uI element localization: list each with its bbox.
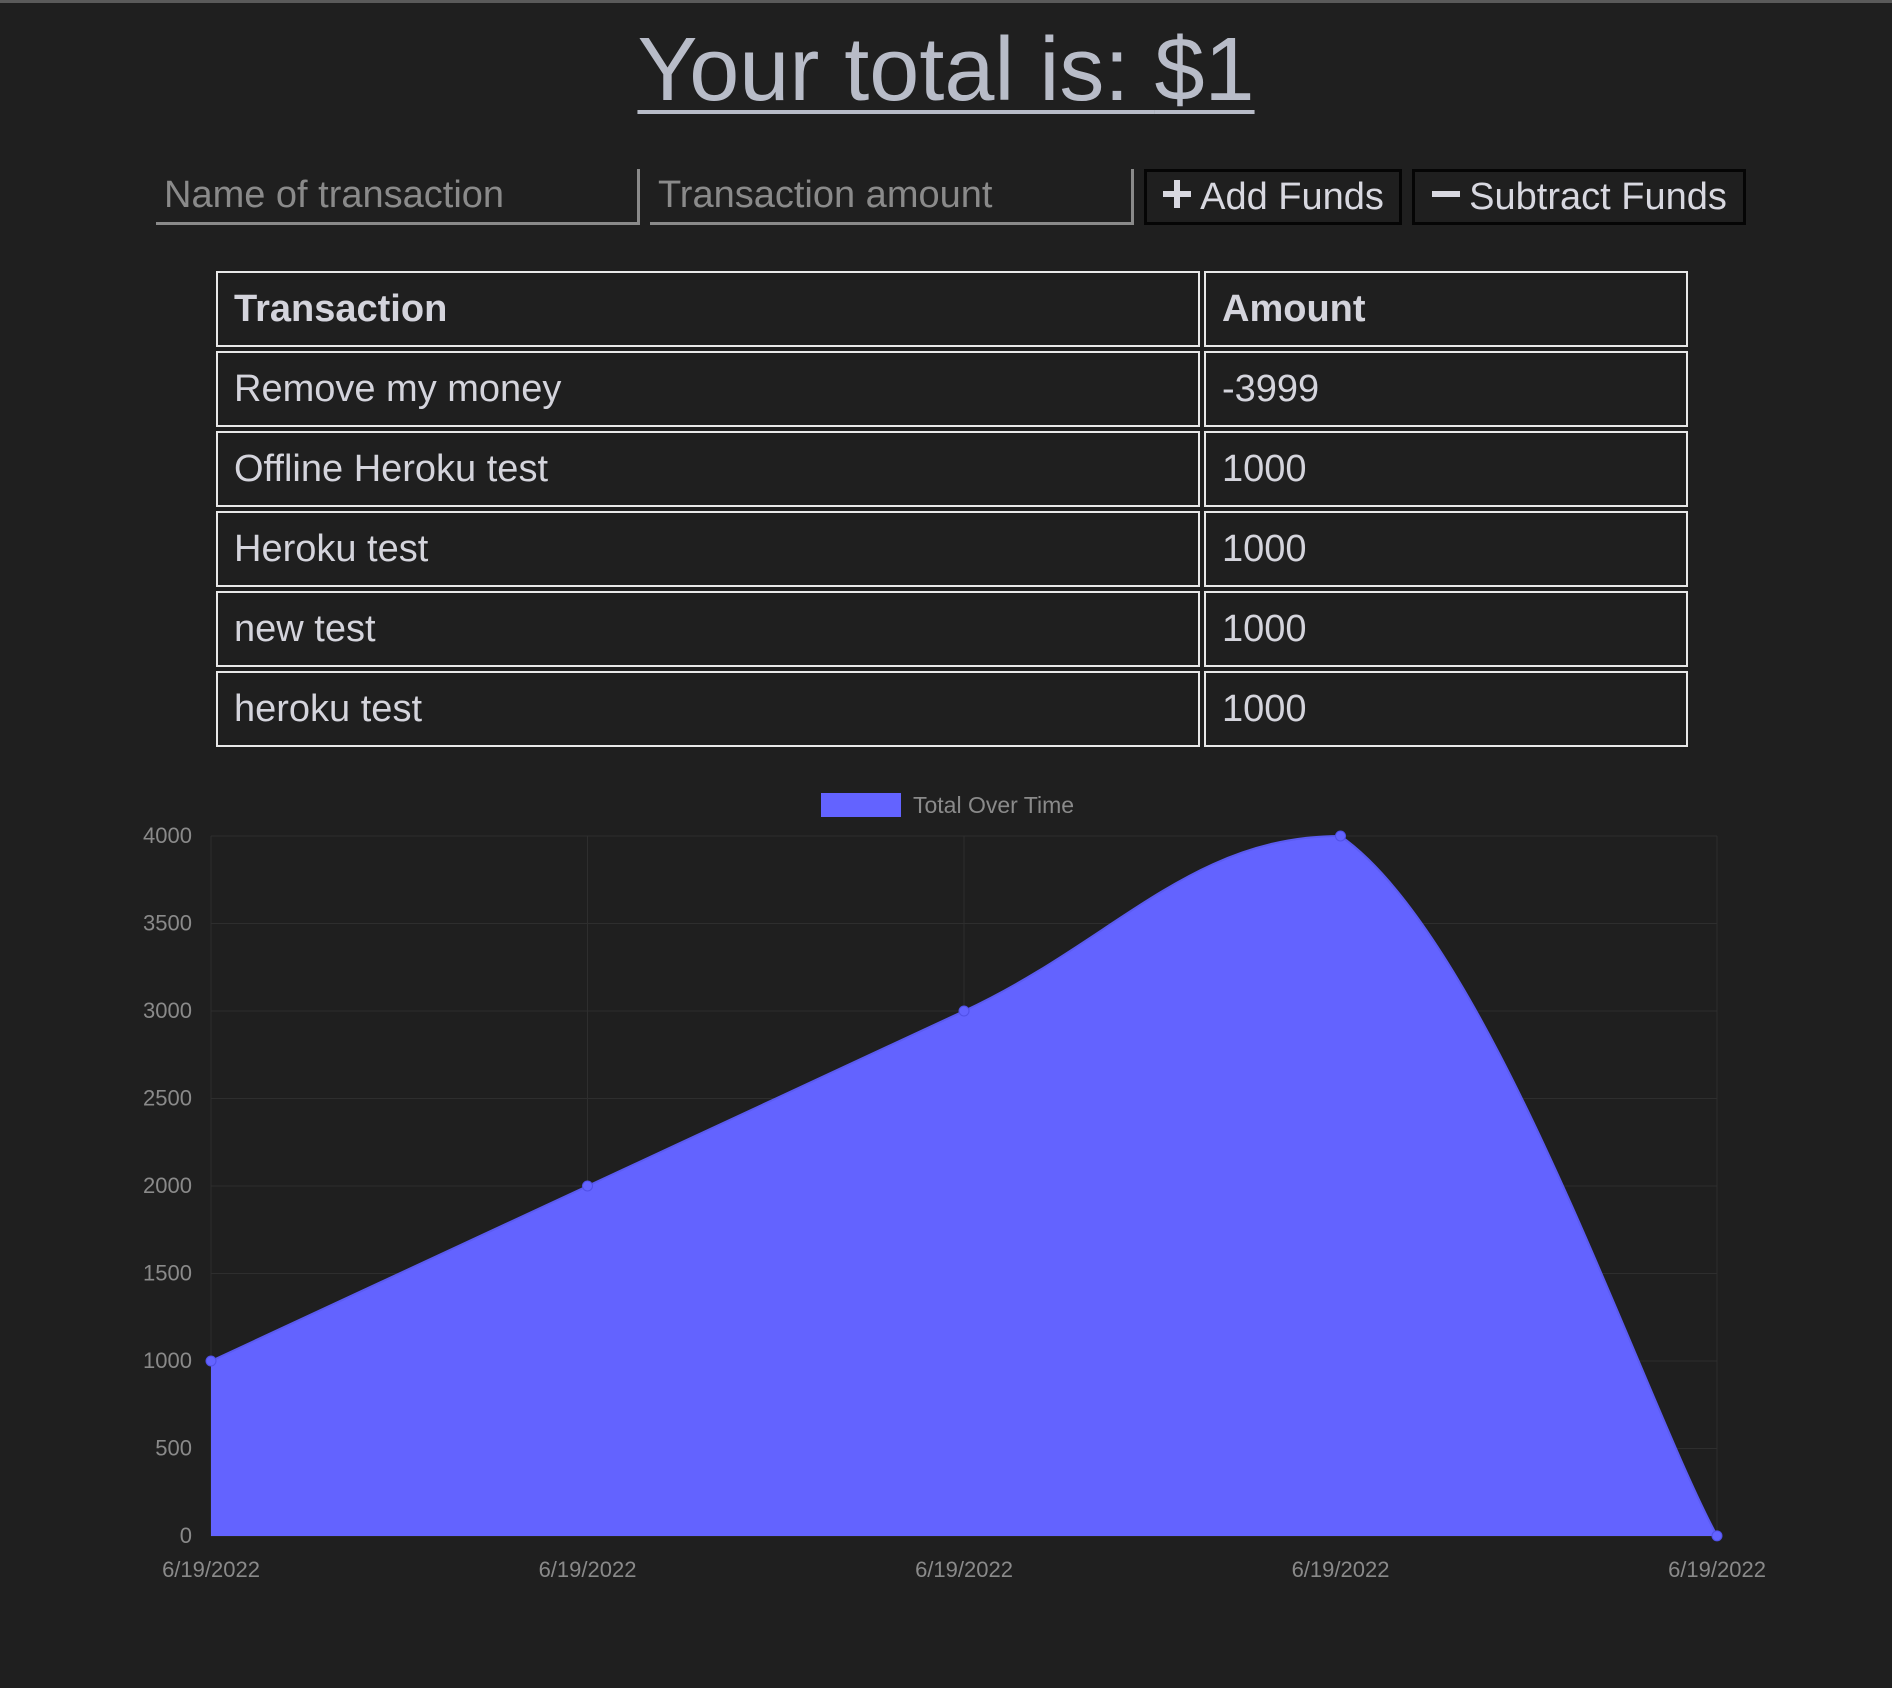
y-tick-label: 500 [155, 1436, 192, 1461]
y-tick-label: 0 [180, 1523, 192, 1548]
x-tick-label: 6/19/2022 [1668, 1557, 1766, 1582]
transaction-amount-cell: 1000 [1204, 671, 1688, 747]
table-row: heroku test 1000 [216, 671, 1688, 747]
transaction-name-cell: Offline Heroku test [216, 431, 1200, 507]
total-heading: Your total is: $1 [0, 21, 1892, 120]
transaction-amount-cell: 1000 [1204, 431, 1688, 507]
legend-swatch [821, 793, 901, 817]
transaction-name-input[interactable] [156, 169, 640, 225]
table-row: Offline Heroku test 1000 [216, 431, 1688, 507]
data-point [205, 1355, 217, 1367]
header-amount: Amount [1204, 271, 1688, 347]
table-header-row: Transaction Amount [216, 271, 1688, 347]
transaction-amount-cell: 1000 [1204, 591, 1688, 667]
total-prefix: Your total is: [637, 20, 1155, 120]
y-tick-label: 1500 [143, 1261, 192, 1286]
transaction-name-cell: Remove my money [216, 351, 1200, 427]
add-funds-label: Add Funds [1200, 175, 1384, 218]
minus-icon [1431, 176, 1461, 219]
y-tick-label: 3500 [143, 911, 192, 936]
y-tick-label: 3000 [143, 998, 192, 1023]
y-tick-label: 2500 [143, 1086, 192, 1111]
y-tick-label: 1000 [143, 1348, 192, 1373]
x-tick-label: 6/19/2022 [162, 1557, 260, 1582]
transaction-amount-cell: -3999 [1204, 351, 1688, 427]
data-point [958, 1005, 970, 1017]
app-page: Your total is: $1 Add Funds Subtract Fun… [0, 0, 1892, 1688]
x-tick-label: 6/19/2022 [1292, 1557, 1390, 1582]
subtract-funds-button[interactable]: Subtract Funds [1412, 169, 1746, 225]
data-point [1711, 1530, 1723, 1542]
data-point [1335, 830, 1346, 842]
transaction-name-cell: heroku test [216, 671, 1200, 747]
x-tick-label: 6/19/2022 [915, 1557, 1013, 1582]
plus-icon [1162, 176, 1192, 219]
transaction-name-cell: Heroku test [216, 511, 1200, 587]
table-row: Heroku test 1000 [216, 511, 1688, 587]
y-tick-label: 4000 [143, 823, 192, 848]
legend-label: Total Over Time [913, 792, 1074, 818]
header-transaction: Transaction [216, 271, 1200, 347]
table-row: Remove my money -3999 [216, 351, 1688, 427]
transaction-amount-input[interactable] [650, 169, 1134, 225]
total-over-time-chart: 0 500 1000 1500 2000 2500 3000 3500 4000 6/19/202… [143, 792, 1766, 1582]
transaction-form: Add Funds Subtract Funds [156, 169, 1746, 225]
subtract-funds-label: Subtract Funds [1469, 175, 1727, 218]
add-funds-button[interactable]: Add Funds [1144, 169, 1402, 225]
x-tick-label: 6/19/2022 [539, 1557, 637, 1582]
data-point [582, 1180, 593, 1192]
table-row: new test 1000 [216, 591, 1688, 667]
transaction-name-cell: new test [216, 591, 1200, 667]
transactions-table: Transaction Amount Remove my money -3999… [212, 267, 1692, 751]
y-tick-label: 2000 [143, 1173, 192, 1198]
transaction-amount-cell: 1000 [1204, 511, 1688, 587]
total-value: $1 [1154, 20, 1255, 120]
